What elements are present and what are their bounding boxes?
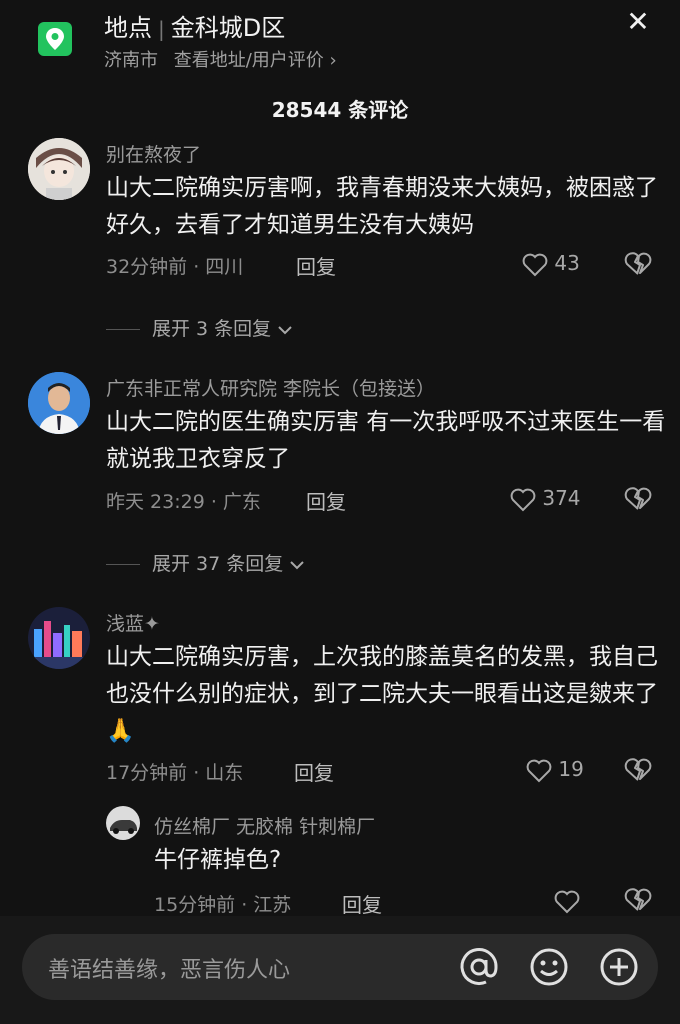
broken-heart-icon [624, 758, 652, 781]
heart-icon [526, 759, 552, 782]
plus-circle-icon[interactable] [598, 946, 640, 988]
expand-replies-button[interactable]: 展开 37 条回复 [106, 549, 305, 576]
broken-heart-icon [624, 487, 652, 510]
comment-username[interactable]: 广东非正常人研究院 李院长（包接送） [106, 374, 435, 401]
like-button[interactable]: 374 [510, 486, 581, 512]
like-count: 19 [558, 757, 584, 781]
comment-meta: 17分钟前 · 山东 [106, 762, 244, 784]
close-button[interactable]: ✕ [620, 4, 656, 40]
avatar[interactable] [28, 607, 90, 669]
reply-meta: 15分钟前 · 江苏 [154, 894, 292, 916]
dislike-button[interactable] [624, 758, 652, 782]
reply-username[interactable]: 仿丝棉厂 无胶棉 针刺棉厂 [154, 812, 375, 839]
comment-text: 山大二院确实厉害啊，我青春期没来大姨妈，被困惑了好久，去看了才知道男生没有大姨妈 [106, 175, 658, 238]
reply-button[interactable]: 回复 [342, 889, 382, 918]
like-button[interactable]: 19 [526, 757, 584, 783]
like-button[interactable]: 43 [522, 251, 580, 277]
chevron-right-icon: › [329, 50, 337, 71]
comment-text: 山大二院确实厉害，上次我的膝盖莫名的发黑，我自己也没什么别的症状，到了二院大夫一… [106, 644, 658, 744]
comment-text: 山大二院的医生确实厉害 有一次我呼吸不过来医生一看就说我卫衣穿反了 [106, 409, 666, 472]
avatar[interactable] [106, 806, 140, 840]
avatar[interactable] [28, 138, 90, 200]
view-address-link[interactable]: 查看地址/用户评价 [174, 50, 324, 71]
dislike-button[interactable] [624, 888, 652, 912]
expand-replies-label: 展开 37 条回复 [152, 553, 284, 575]
broken-heart-icon [624, 252, 652, 275]
expand-replies-button[interactable]: 展开 3 条回复 [106, 314, 293, 341]
broken-heart-icon [624, 888, 652, 911]
location-title[interactable]: 地点 | 金科城D区 [104, 8, 285, 43]
chevron-down-icon [278, 325, 292, 334]
city-label: 济南市 [104, 50, 158, 71]
expand-replies-label: 展开 3 条回复 [152, 318, 272, 340]
heart-icon [510, 488, 536, 511]
dislike-button[interactable] [624, 487, 652, 511]
location-header: 地点 | 金科城D区 济南市 查看地址/用户评价 › ✕ [0, 0, 680, 90]
comment-username[interactable]: 浅蓝✦ [106, 609, 160, 636]
comment-username[interactable]: 别在熬夜了 [106, 140, 201, 167]
like-count: 374 [542, 486, 581, 510]
comment-meta: 昨天 23:29 · 广东 [106, 491, 261, 513]
avatar[interactable] [28, 372, 90, 434]
reply-button[interactable]: 回复 [306, 486, 346, 515]
reply-text: 牛仔裤掉色? [154, 847, 282, 873]
comment-count: 28544 条评论 [271, 98, 409, 122]
location-name: 金科城D区 [170, 14, 286, 42]
location-prefix: 地点 [104, 14, 152, 42]
smile-icon[interactable] [528, 946, 570, 988]
chevron-down-icon [290, 560, 305, 569]
location-subline[interactable]: 济南市 查看地址/用户评价 › [104, 46, 337, 72]
comment-meta: 32分钟前 · 四川 [106, 256, 244, 278]
heart-icon [554, 890, 580, 913]
reply-button[interactable]: 回复 [296, 251, 336, 280]
input-placeholder: 善语结善缘，恶言伤人心 [48, 958, 291, 983]
dislike-button[interactable] [624, 252, 652, 276]
like-count: 43 [554, 251, 580, 275]
at-icon[interactable] [458, 946, 500, 988]
reply-button[interactable]: 回复 [294, 757, 334, 786]
like-button[interactable] [554, 888, 580, 914]
location-pin-icon [38, 22, 72, 56]
comment-input[interactable]: 善语结善缘，恶言伤人心 [22, 934, 658, 1000]
heart-icon [522, 253, 548, 276]
comment-input-bar: 善语结善缘，恶言伤人心 [0, 916, 680, 1024]
